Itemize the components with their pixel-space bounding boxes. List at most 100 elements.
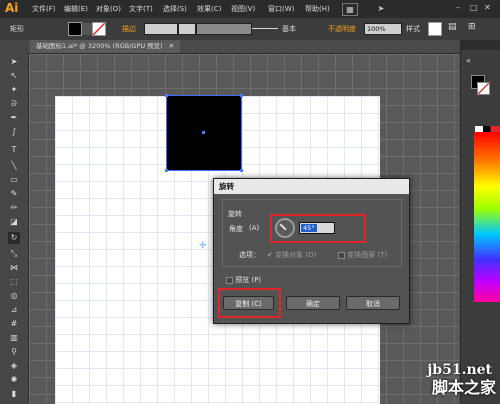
menu-file[interactable]: 文件(F) [32, 4, 56, 14]
selection-tool-icon[interactable]: ➤ [8, 56, 20, 68]
column-graph-tool-icon[interactable]: ▮ [8, 388, 20, 400]
menu-window[interactable]: 窗口(W) [268, 4, 294, 14]
menu-view[interactable]: 视图(V) [231, 4, 255, 14]
width-tool-icon[interactable]: ⋈ [8, 262, 20, 274]
align-icon[interactable]: ⊞ [468, 22, 476, 32]
tools-panel: ➤ ↖ ✦ ᘐ ✒ ∫ T ╲ ▭ ✎ ✏ ◪ ↻ ⤡ ⋈ ⬚ ◎ ⊿ # ▥ … [0, 40, 29, 404]
transform-patterns-label: 变换图案 [347, 251, 376, 259]
options-label: 选项： [239, 251, 260, 259]
transform-patterns-option[interactable]: 变换图案 (T) [338, 250, 387, 260]
document-setup-icon[interactable]: ▤ [448, 22, 457, 32]
stroke-style-label[interactable]: 基本 [282, 24, 296, 34]
menu-select[interactable]: 选择(S) [163, 4, 187, 14]
angle-label: 角度 [229, 225, 243, 233]
preview-option[interactable]: 预览 (P) [226, 275, 261, 285]
curvature-tool-icon[interactable]: ∫ [8, 126, 20, 138]
copy-button[interactable]: 复制 (C) [223, 296, 274, 310]
angle-shortcut: (A) [249, 224, 260, 232]
transform-patterns-checkbox[interactable] [338, 251, 345, 259]
document-tab-bar: 基础图标1.ai* @ 3200% (RGB/GPU 预览) ✕ [28, 40, 460, 54]
menu-help[interactable]: 帮助(H) [305, 4, 330, 14]
line-tool-icon[interactable]: ╲ [8, 160, 20, 172]
shape-builder-tool-icon[interactable]: ◎ [8, 290, 20, 302]
close-icon[interactable]: ✕ [169, 42, 174, 50]
collapse-icon[interactable]: « [466, 56, 471, 65]
angle-value: 45° [301, 224, 317, 232]
center-point [202, 131, 205, 134]
rotate-tool-icon[interactable]: ↻ [8, 232, 20, 244]
transform-objects-label: 变换对象 [275, 251, 304, 259]
type-tool-icon[interactable]: T [8, 144, 20, 156]
preview-checkbox[interactable] [226, 276, 233, 284]
selection-handle[interactable] [165, 94, 168, 97]
stroke-swatch-none-icon[interactable] [92, 22, 106, 36]
stroke-weight-dropdown[interactable] [178, 23, 196, 35]
app-logo: Ai [5, 1, 19, 15]
graphic-style-swatch[interactable] [428, 22, 442, 36]
maximize-icon[interactable]: □ [470, 3, 478, 12]
selection-handle[interactable] [240, 169, 243, 172]
selection-handle[interactable] [240, 94, 243, 97]
send-icon[interactable]: ➤ [374, 3, 388, 14]
angle-input[interactable]: 45° [299, 222, 335, 234]
black-square[interactable] [165, 94, 243, 172]
free-transform-tool-icon[interactable]: ⬚ [8, 276, 20, 288]
direct-selection-tool-icon[interactable]: ↖ [8, 70, 20, 82]
fill-swatch[interactable] [68, 22, 82, 36]
color-spectrum[interactable] [474, 132, 500, 302]
watermark-name: 脚本之家 [431, 378, 496, 397]
selection-handle[interactable] [165, 169, 168, 172]
transform-objects-option[interactable]: ✔ 变换对象 (O) [267, 250, 316, 260]
checkmark-icon: ✔ [267, 251, 273, 259]
minimize-icon[interactable]: – [456, 3, 460, 12]
color-stroke-swatch[interactable] [477, 82, 490, 95]
chevron-down-icon[interactable] [82, 23, 92, 35]
menu-type[interactable]: 文字(T) [129, 4, 153, 14]
dialog-title: 旋转 [214, 179, 409, 194]
menu-edit[interactable]: 编辑(E) [64, 4, 88, 14]
document-tab[interactable]: 基础图标1.ai* @ 3200% (RGB/GPU 预览) ✕ [30, 40, 181, 53]
panel-header [461, 40, 500, 50]
close-icon[interactable]: ✕ [484, 3, 491, 12]
stroke-label[interactable]: 描边 [122, 24, 136, 34]
stroke-weight-field[interactable] [144, 23, 178, 35]
document-tab-title: 基础图标1.ai* @ 3200% (RGB/GPU 预览) [36, 42, 163, 50]
blend-tool-icon[interactable]: ◈ [8, 360, 20, 372]
scale-tool-icon[interactable]: ⤡ [8, 248, 20, 260]
bridge-icon[interactable]: ▦ [342, 3, 358, 16]
rotate-origin-icon[interactable]: ✛ [199, 241, 207, 251]
opacity-field[interactable]: 100% [364, 23, 402, 35]
menu-object[interactable]: 对象(O) [96, 4, 121, 14]
eyedropper-tool-icon[interactable]: ⚲ [8, 346, 20, 358]
eraser-tool-icon[interactable]: ◪ [8, 216, 20, 228]
copy-button-label: 复制 [235, 300, 250, 308]
perspective-grid-tool-icon[interactable]: ⊿ [8, 304, 20, 316]
stroke-style-line [252, 28, 278, 29]
object-type-label: 矩形 [10, 25, 24, 33]
gradient-tool-icon[interactable]: ▥ [8, 332, 20, 344]
style-label: 样式 [406, 25, 420, 33]
control-bar: 矩形 描边 基本 不透明度 100% 样式 ▤ ⊞ [0, 18, 500, 41]
magic-wand-tool-icon[interactable]: ✦ [8, 84, 20, 96]
pencil-tool-icon[interactable]: ✏ [8, 202, 20, 214]
paintbrush-tool-icon[interactable]: ✎ [8, 188, 20, 200]
mesh-tool-icon[interactable]: # [8, 318, 20, 330]
cancel-button[interactable]: 取消 [346, 296, 400, 310]
ok-button[interactable]: 确定 [286, 296, 340, 310]
variable-width-dropdown[interactable] [196, 23, 252, 35]
angle-dial[interactable] [275, 218, 295, 238]
preview-label: 预览 [235, 276, 250, 284]
rotate-dialog: 旋转 旋转 角度 (A) 45° 选项： ✔ 变换对象 (O) 变换图案 (T)… [213, 178, 410, 324]
opacity-label[interactable]: 不透明度 [328, 24, 356, 34]
menu-effect[interactable]: 效果(C) [197, 4, 221, 14]
transform-objects-key: (O) [305, 251, 317, 259]
pen-tool-icon[interactable]: ✒ [8, 112, 20, 124]
preview-key: (P) [251, 276, 262, 284]
symbol-sprayer-tool-icon[interactable]: ✺ [8, 374, 20, 386]
rotate-group: 角度 (A) 45° 选项： ✔ 变换对象 (O) 变换图案 (T) [222, 199, 402, 267]
menu-bar: Ai 文件(F) 编辑(E) 对象(O) 文字(T) 选择(S) 效果(C) 视… [0, 0, 500, 18]
rectangle-tool-icon[interactable]: ▭ [8, 174, 20, 186]
copy-button-key: (C) [251, 300, 262, 308]
transform-patterns-key: (T) [377, 251, 388, 259]
lasso-tool-icon[interactable]: ᘐ [8, 98, 20, 110]
